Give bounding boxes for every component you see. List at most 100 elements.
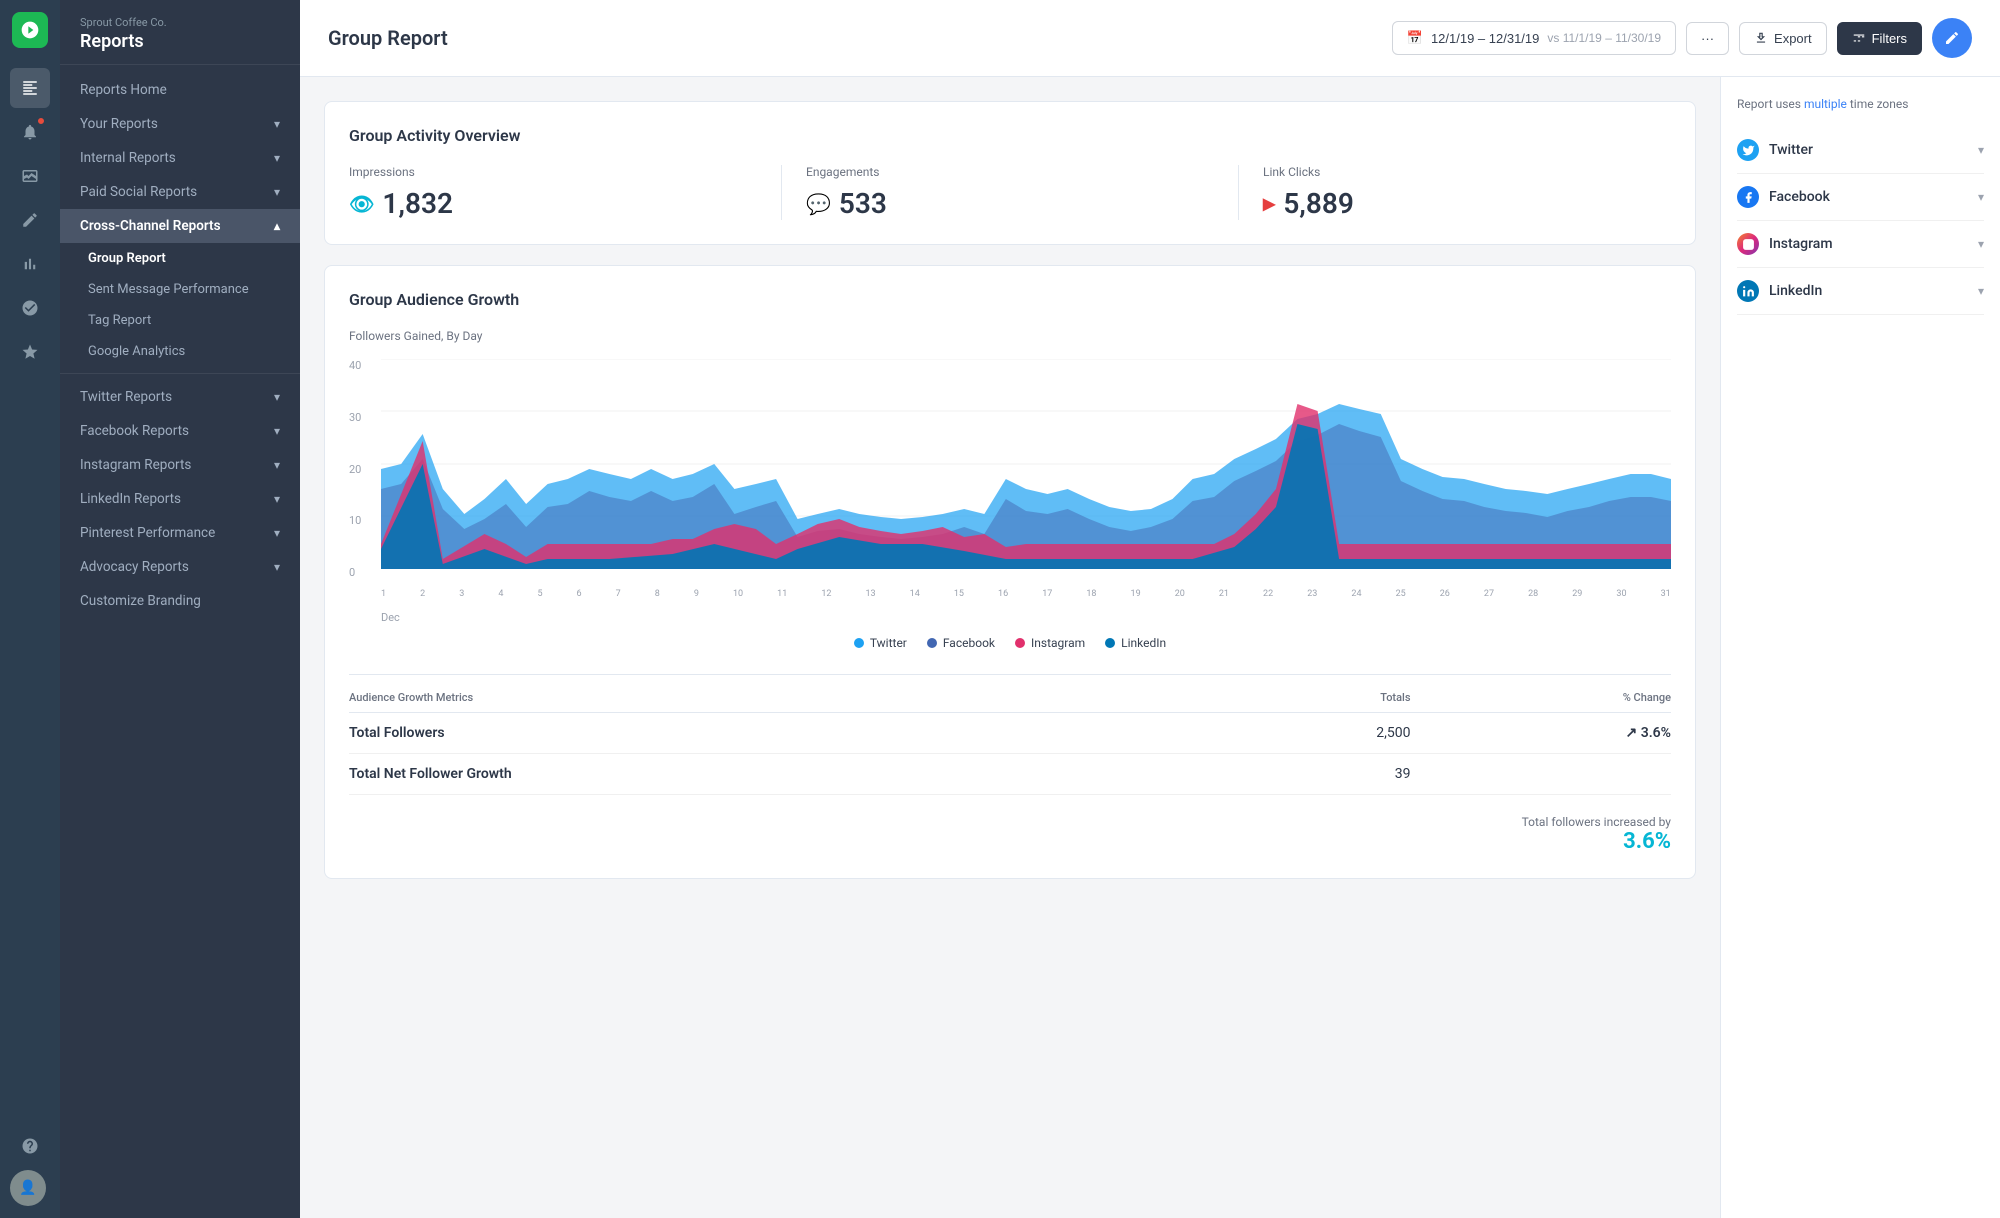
channel-twitter[interactable]: Twitter ▾: [1737, 127, 1984, 174]
nav-google-analytics[interactable]: Google Analytics: [60, 336, 300, 367]
chevron-down-icon: ▾: [274, 424, 280, 438]
audience-growth-card: Group Audience Growth Followers Gained, …: [324, 265, 1696, 879]
instagram-reports-label: Instagram Reports: [80, 457, 191, 473]
sidebar-title: Reports: [80, 31, 280, 52]
nav-notifications-icon[interactable]: [10, 112, 50, 152]
metric-net-growth: Total Net Follower Growth: [349, 754, 1226, 795]
nav-twitter-reports[interactable]: Twitter Reports ▾: [60, 380, 300, 414]
legend-facebook: Facebook: [927, 636, 995, 650]
area-chart: [381, 359, 1671, 569]
google-analytics-label: Google Analytics: [88, 344, 185, 359]
channel-facebook[interactable]: Facebook ▾: [1737, 174, 1984, 221]
nav-pinterest-performance[interactable]: Pinterest Performance ▾: [60, 516, 300, 550]
y-label-30: 30: [349, 411, 377, 424]
impressions-number: 1,832: [382, 187, 453, 220]
nav-reports-home[interactable]: Reports Home: [60, 73, 300, 107]
nav-instagram-reports[interactable]: Instagram Reports ▾: [60, 448, 300, 482]
twitter-channel-icon: [1737, 139, 1759, 161]
twitter-color-dot: [854, 638, 864, 648]
chevron-up-icon: ▴: [274, 219, 280, 233]
twitter-reports-label: Twitter Reports: [80, 389, 172, 405]
filter-label: Filters: [1872, 31, 1907, 46]
engagements-value: 💬 533: [806, 187, 1214, 220]
divider: [60, 373, 300, 374]
stat-link-clicks: Link Clicks ▶ 5,889: [1239, 165, 1671, 220]
filter-button[interactable]: Filters: [1837, 22, 1922, 55]
sent-message-label: Sent Message Performance: [88, 282, 249, 297]
nav-analytics-icon[interactable]: [10, 244, 50, 284]
nav-facebook-reports[interactable]: Facebook Reports ▾: [60, 414, 300, 448]
legend-twitter: Twitter: [854, 636, 907, 650]
chevron-down-icon: ▾: [274, 390, 280, 404]
reports-home-label: Reports Home: [80, 82, 167, 98]
channel-linkedin-left: LinkedIn: [1737, 280, 1822, 302]
edit-button[interactable]: [1932, 18, 1972, 58]
icon-rail: 👤: [0, 0, 60, 1218]
twitter-channel-name: Twitter: [1769, 142, 1813, 158]
nav-group-report[interactable]: Group Report: [60, 243, 300, 274]
app-logo[interactable]: [12, 12, 48, 48]
impressions-value: 👁 1,832: [349, 187, 757, 220]
nav-reports-icon[interactable]: [10, 68, 50, 108]
nav-linkedin-reports[interactable]: LinkedIn Reports ▾: [60, 482, 300, 516]
customize-branding-label: Customize Branding: [80, 593, 201, 609]
page-title: Group Report: [328, 26, 448, 50]
stat-impressions: Impressions 👁 1,832: [349, 165, 782, 220]
eye-icon: 👁: [349, 192, 374, 216]
nav-cross-channel[interactable]: Cross-Channel Reports ▴: [60, 209, 300, 243]
nav-paid-social[interactable]: Paid Social Reports ▾: [60, 175, 300, 209]
nav-internal-reports[interactable]: Internal Reports ▾: [60, 141, 300, 175]
link-clicks-value: ▶ 5,889: [1263, 187, 1671, 220]
linkedin-chevron-icon: ▾: [1978, 284, 1984, 298]
nav-sent-message-perf[interactable]: Sent Message Performance: [60, 274, 300, 305]
cursor-icon: ▶: [1263, 194, 1275, 213]
facebook-chevron-icon: ▾: [1978, 190, 1984, 204]
export-button[interactable]: Export: [1739, 22, 1827, 55]
pinterest-label: Pinterest Performance: [80, 525, 215, 541]
timezone-link[interactable]: multiple: [1804, 97, 1847, 111]
facebook-color-dot: [927, 638, 937, 648]
help-icon[interactable]: [10, 1126, 50, 1166]
export-icon: [1754, 31, 1768, 45]
nav-advocacy-reports[interactable]: Advocacy Reports ▾: [60, 550, 300, 584]
total-followers-value: 2,500: [1226, 713, 1411, 754]
total-followers-pct: ↗ 3.6%: [1411, 713, 1672, 754]
user-avatar[interactable]: 👤: [10, 1170, 46, 1206]
chevron-down-icon: ▾: [274, 458, 280, 472]
channel-linkedin[interactable]: LinkedIn ▾: [1737, 268, 1984, 315]
legend-facebook-label: Facebook: [943, 636, 995, 650]
date-range-button[interactable]: 📅 12/1/19 – 12/31/19 vs 11/1/19 – 11/30/…: [1392, 21, 1676, 55]
timezone-suffix: time zones: [1850, 97, 1909, 111]
nav-customize-branding[interactable]: Customize Branding: [60, 584, 300, 618]
legend-linkedin-label: LinkedIn: [1121, 636, 1166, 650]
metric-total-followers: Total Followers: [349, 713, 1226, 754]
main-panel: Group Activity Overview Impressions 👁 1,…: [300, 77, 1720, 1218]
chevron-down-icon: ▾: [274, 526, 280, 540]
nav-tag-report[interactable]: Tag Report: [60, 305, 300, 336]
facebook-channel-icon: [1737, 186, 1759, 208]
net-growth-pct: [1411, 754, 1672, 795]
chart-legend: Twitter Facebook Instagram LinkedIn: [349, 636, 1671, 650]
nav-tasks-icon[interactable]: [10, 288, 50, 328]
legend-twitter-label: Twitter: [870, 636, 907, 650]
internal-reports-label: Internal Reports: [80, 150, 176, 166]
instagram-chevron-icon: ▾: [1978, 237, 1984, 251]
nav-your-reports[interactable]: Your Reports ▾: [60, 107, 300, 141]
nav-compose-icon[interactable]: [10, 200, 50, 240]
y-axis: 0 10 20 30 40: [349, 359, 377, 579]
y-label-40: 40: [349, 359, 377, 372]
linkedin-reports-label: LinkedIn Reports: [80, 491, 181, 507]
tag-report-label: Tag Report: [88, 313, 151, 328]
facebook-reports-label: Facebook Reports: [80, 423, 189, 439]
more-label: ···: [1701, 31, 1714, 46]
more-button[interactable]: ···: [1686, 22, 1729, 55]
col-metric-header: Audience Growth Metrics: [349, 691, 1226, 713]
col-pct-header: % Change: [1411, 691, 1672, 713]
chat-icon: 💬: [806, 192, 831, 216]
nav-star-icon[interactable]: [10, 332, 50, 372]
sidebar: Sprout Coffee Co. Reports Reports Home Y…: [60, 0, 300, 1218]
channel-instagram[interactable]: Instagram ▾: [1737, 221, 1984, 268]
audience-metrics-table: Audience Growth Metrics Totals % Change …: [349, 691, 1671, 795]
aside-note-block: Total followers increased by 3.6%: [1522, 803, 1671, 854]
nav-inbox-icon[interactable]: [10, 156, 50, 196]
